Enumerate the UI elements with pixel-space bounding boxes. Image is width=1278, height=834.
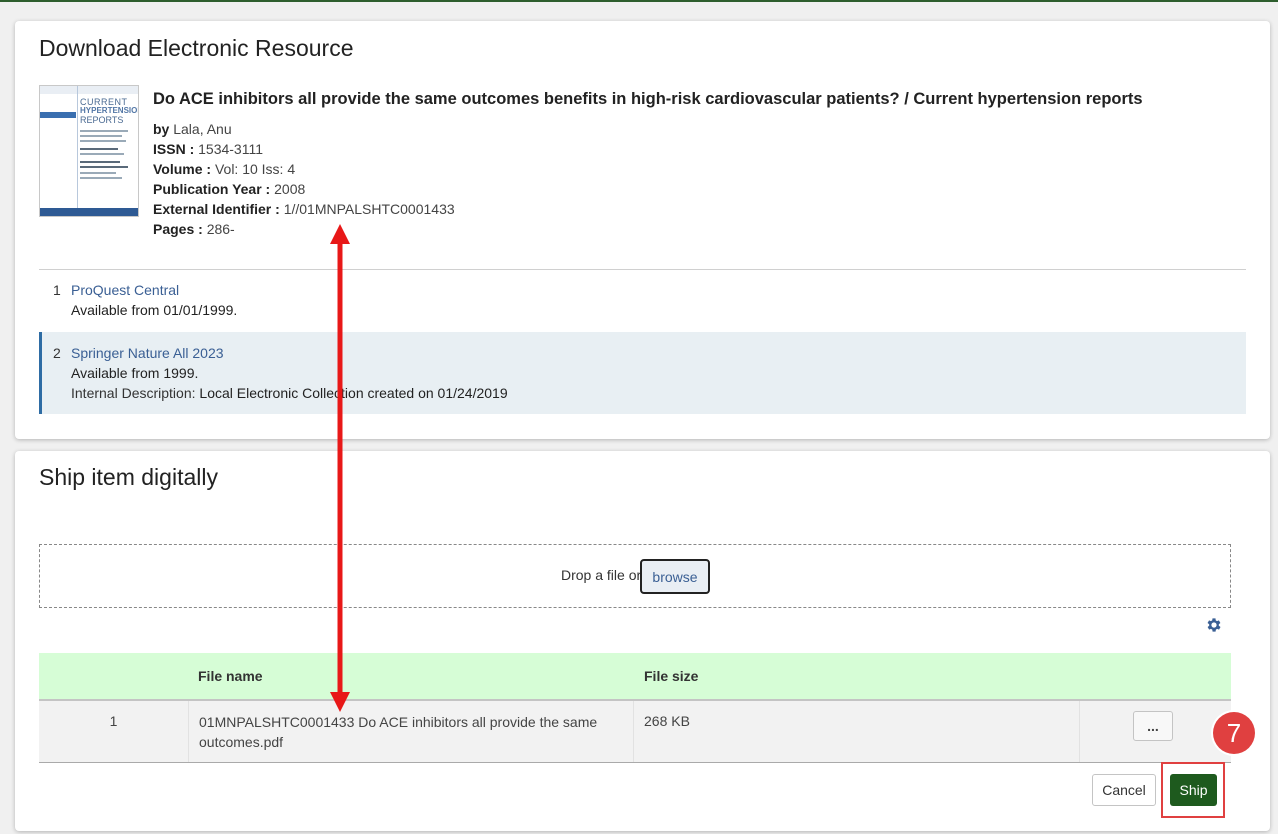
ship-highlight-box: [1161, 762, 1225, 818]
cover-text-line2: HYPERTENSION: [80, 106, 139, 115]
file-dropzone[interactable]: Drop a file or browse: [39, 544, 1231, 608]
journal-cover-image: CURRENT HYPERTENSION REPORTS: [39, 85, 139, 217]
resource-link-proquest[interactable]: ProQuest Central: [71, 280, 237, 300]
internal-description: Internal Description: Local Electronic C…: [71, 383, 508, 403]
step-number-badge: 7: [1213, 712, 1255, 754]
internal-description-value: Local Electronic Collection created on 0…: [199, 385, 508, 401]
ship-card-title: Ship item digitally: [39, 464, 218, 490]
pubyear-label: Publication Year :: [153, 181, 271, 197]
gear-icon[interactable]: [1205, 616, 1223, 634]
resource-row-selected[interactable]: 2 Springer Nature All 2023 Available fro…: [39, 332, 1246, 414]
row-actions-menu-button[interactable]: ...: [1133, 711, 1173, 741]
download-card-title: Download Electronic Resource: [39, 35, 354, 61]
files-table: File name File size 1 01MNPALSHTC0001433…: [39, 653, 1231, 763]
resource-number: 1: [53, 282, 61, 298]
drop-text: Drop a file or: [561, 567, 642, 583]
resource-link-springer[interactable]: Springer Nature All 2023: [71, 343, 508, 363]
row-number: 1: [39, 701, 189, 762]
external-id-line: External Identifier : 1//01MNPALSHTC0001…: [153, 199, 455, 219]
table-row: 1 01MNPALSHTC0001433 Do ACE inhibitors a…: [39, 701, 1231, 763]
by-label: by: [153, 121, 170, 137]
divider: [39, 269, 1246, 270]
record-metadata: by Lala, Anu ISSN : 1534-3111 Volume : V…: [153, 119, 455, 239]
file-size-cell: 268 KB: [634, 701, 1080, 762]
pages-label: Pages :: [153, 221, 203, 237]
row-actions-cell: ...: [1080, 701, 1231, 762]
record-title: Do ACE inhibitors all provide the same o…: [153, 90, 1143, 108]
author-value: Lala, Anu: [173, 121, 232, 137]
browse-button[interactable]: browse: [640, 559, 710, 594]
download-resource-card: Download Electronic Resource CURRENT HYP…: [15, 21, 1270, 439]
cover-text-line3: REPORTS: [80, 115, 124, 125]
pages-line: Pages : 286-: [153, 219, 455, 239]
cancel-button[interactable]: Cancel: [1092, 774, 1156, 806]
volume-line: Volume : Vol: 10 Iss: 4: [153, 159, 455, 179]
column-header-file-name: File name: [198, 668, 263, 684]
external-id-label: External Identifier :: [153, 201, 280, 217]
volume-label: Volume :: [153, 161, 212, 177]
pubyear-line: Publication Year : 2008: [153, 179, 455, 199]
volume-value: Vol: 10 Iss: 4: [214, 161, 296, 177]
external-id-value: 1//01MNPALSHTC0001433: [283, 201, 455, 217]
top-border: [0, 0, 1278, 2]
issn-value: 1534-3111: [198, 141, 263, 157]
author-line: by Lala, Anu: [153, 119, 455, 139]
resource-availability: Available from 1999.: [71, 365, 199, 381]
resource-number: 2: [53, 345, 61, 361]
issn-label: ISSN :: [153, 141, 195, 157]
internal-description-label: Internal Description:: [71, 385, 196, 401]
pages-value: 286-: [206, 221, 235, 237]
resource-row[interactable]: 1 ProQuest Central Available from 01/01/…: [39, 280, 1246, 332]
pubyear-value: 2008: [274, 181, 306, 197]
column-header-file-size: File size: [644, 668, 699, 684]
table-header: File name File size: [39, 653, 1231, 701]
resource-availability: Available from 01/01/1999.: [71, 302, 238, 318]
ship-item-card: Ship item digitally Drop a file or brows…: [15, 451, 1270, 831]
file-name-cell: 01MNPALSHTC0001433 Do ACE inhibitors all…: [189, 701, 634, 762]
issn-line: ISSN : 1534-3111: [153, 139, 455, 159]
